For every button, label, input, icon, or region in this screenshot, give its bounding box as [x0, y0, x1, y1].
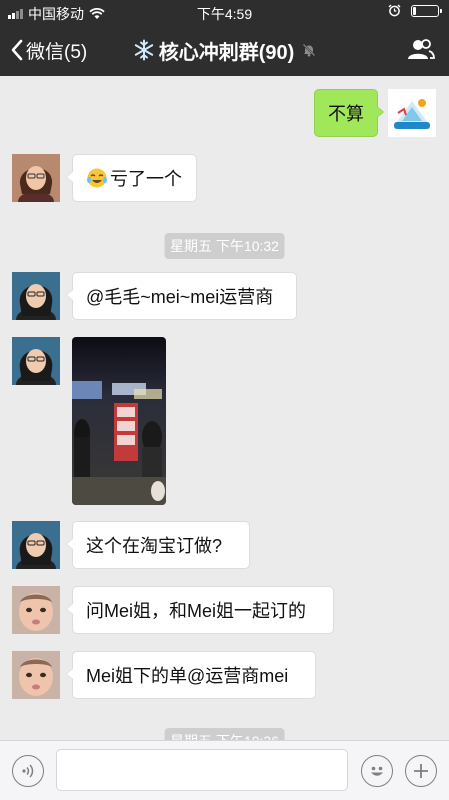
plus-icon [414, 764, 428, 778]
mute-bell-icon [302, 43, 316, 57]
avatar[interactable] [12, 154, 60, 202]
voice-button[interactable] [12, 755, 44, 787]
avatar[interactable] [388, 89, 436, 137]
avatar[interactable] [12, 521, 60, 569]
message-bubble[interactable]: 这个在淘宝订做? [66, 521, 250, 569]
message-input[interactable] [56, 749, 348, 791]
battery-icon [411, 4, 442, 17]
battery-level [413, 6, 416, 15]
status-time: 下午4:59 [196, 6, 253, 22]
avatar[interactable] [12, 272, 60, 320]
group-members-button[interactable] [407, 38, 435, 65]
message-bubble[interactable]: 不算 [314, 89, 384, 137]
chat-title-text: 核心冲刺群(90) [158, 41, 295, 64]
plus-button[interactable] [405, 755, 437, 787]
message-text: 问Mei姐，和Mei姐一起订的 [86, 601, 307, 621]
avatar[interactable] [12, 337, 60, 385]
brand-logo-avatar [388, 89, 436, 137]
group-members-icon [408, 39, 435, 59]
avatar[interactable] [12, 651, 60, 699]
nav-bar: 微信(5) 核心冲刺群(90) [0, 24, 449, 76]
message-row: 问Mei姐，和Mei姐一起订的 [0, 586, 449, 636]
message-bubble[interactable]: @毛毛~mei~mei运营商 [66, 272, 297, 320]
message-bubble[interactable]: 问Mei姐，和Mei姐一起订的 [66, 586, 334, 634]
photo-image[interactable] [72, 337, 166, 505]
message-row: Mei姐下的单@运营商mei [0, 651, 449, 701]
timestamp: 星期五 下午10:32 [164, 233, 285, 259]
status-bar: 中国移动 下午4:59 [0, 0, 449, 24]
status-right [388, 4, 442, 17]
message-row: 亏了一个 [0, 154, 449, 204]
voice-icon [22, 764, 34, 778]
message-row: 不算 [0, 89, 449, 139]
chat-area[interactable]: 不算 亏了一个 星期五 下午10:32 @毛毛~mei~mei运营商 这个在淘宝… [0, 76, 449, 740]
alarm-icon [388, 4, 401, 17]
message-bubble[interactable]: 亏了一个 [66, 154, 197, 202]
message-text: 亏了一个 [110, 169, 182, 189]
message-text: @毛毛~mei~mei运营商 [86, 287, 274, 307]
emoji-face-icon [371, 766, 383, 776]
emoji-button[interactable] [361, 755, 393, 787]
message-row: 这个在淘宝订做? [0, 521, 449, 571]
cry-laugh-emoji [87, 168, 107, 188]
avatar[interactable] [12, 586, 60, 634]
timestamp: 星期五 下午10:36 [164, 728, 285, 740]
snowflake-icon [134, 39, 153, 61]
chat-title: 核心冲刺群(90) [0, 24, 449, 76]
message-bubble[interactable]: Mei姐下的单@运营商mei [66, 651, 316, 699]
message-text: Mei姐下的单@运营商mei [86, 666, 289, 686]
message-text: 这个在淘宝订做? [86, 536, 223, 556]
input-bar [0, 740, 449, 800]
message-text: 不算 [328, 104, 364, 124]
message-row [0, 337, 449, 507]
message-row: @毛毛~mei~mei运营商 [0, 272, 449, 322]
